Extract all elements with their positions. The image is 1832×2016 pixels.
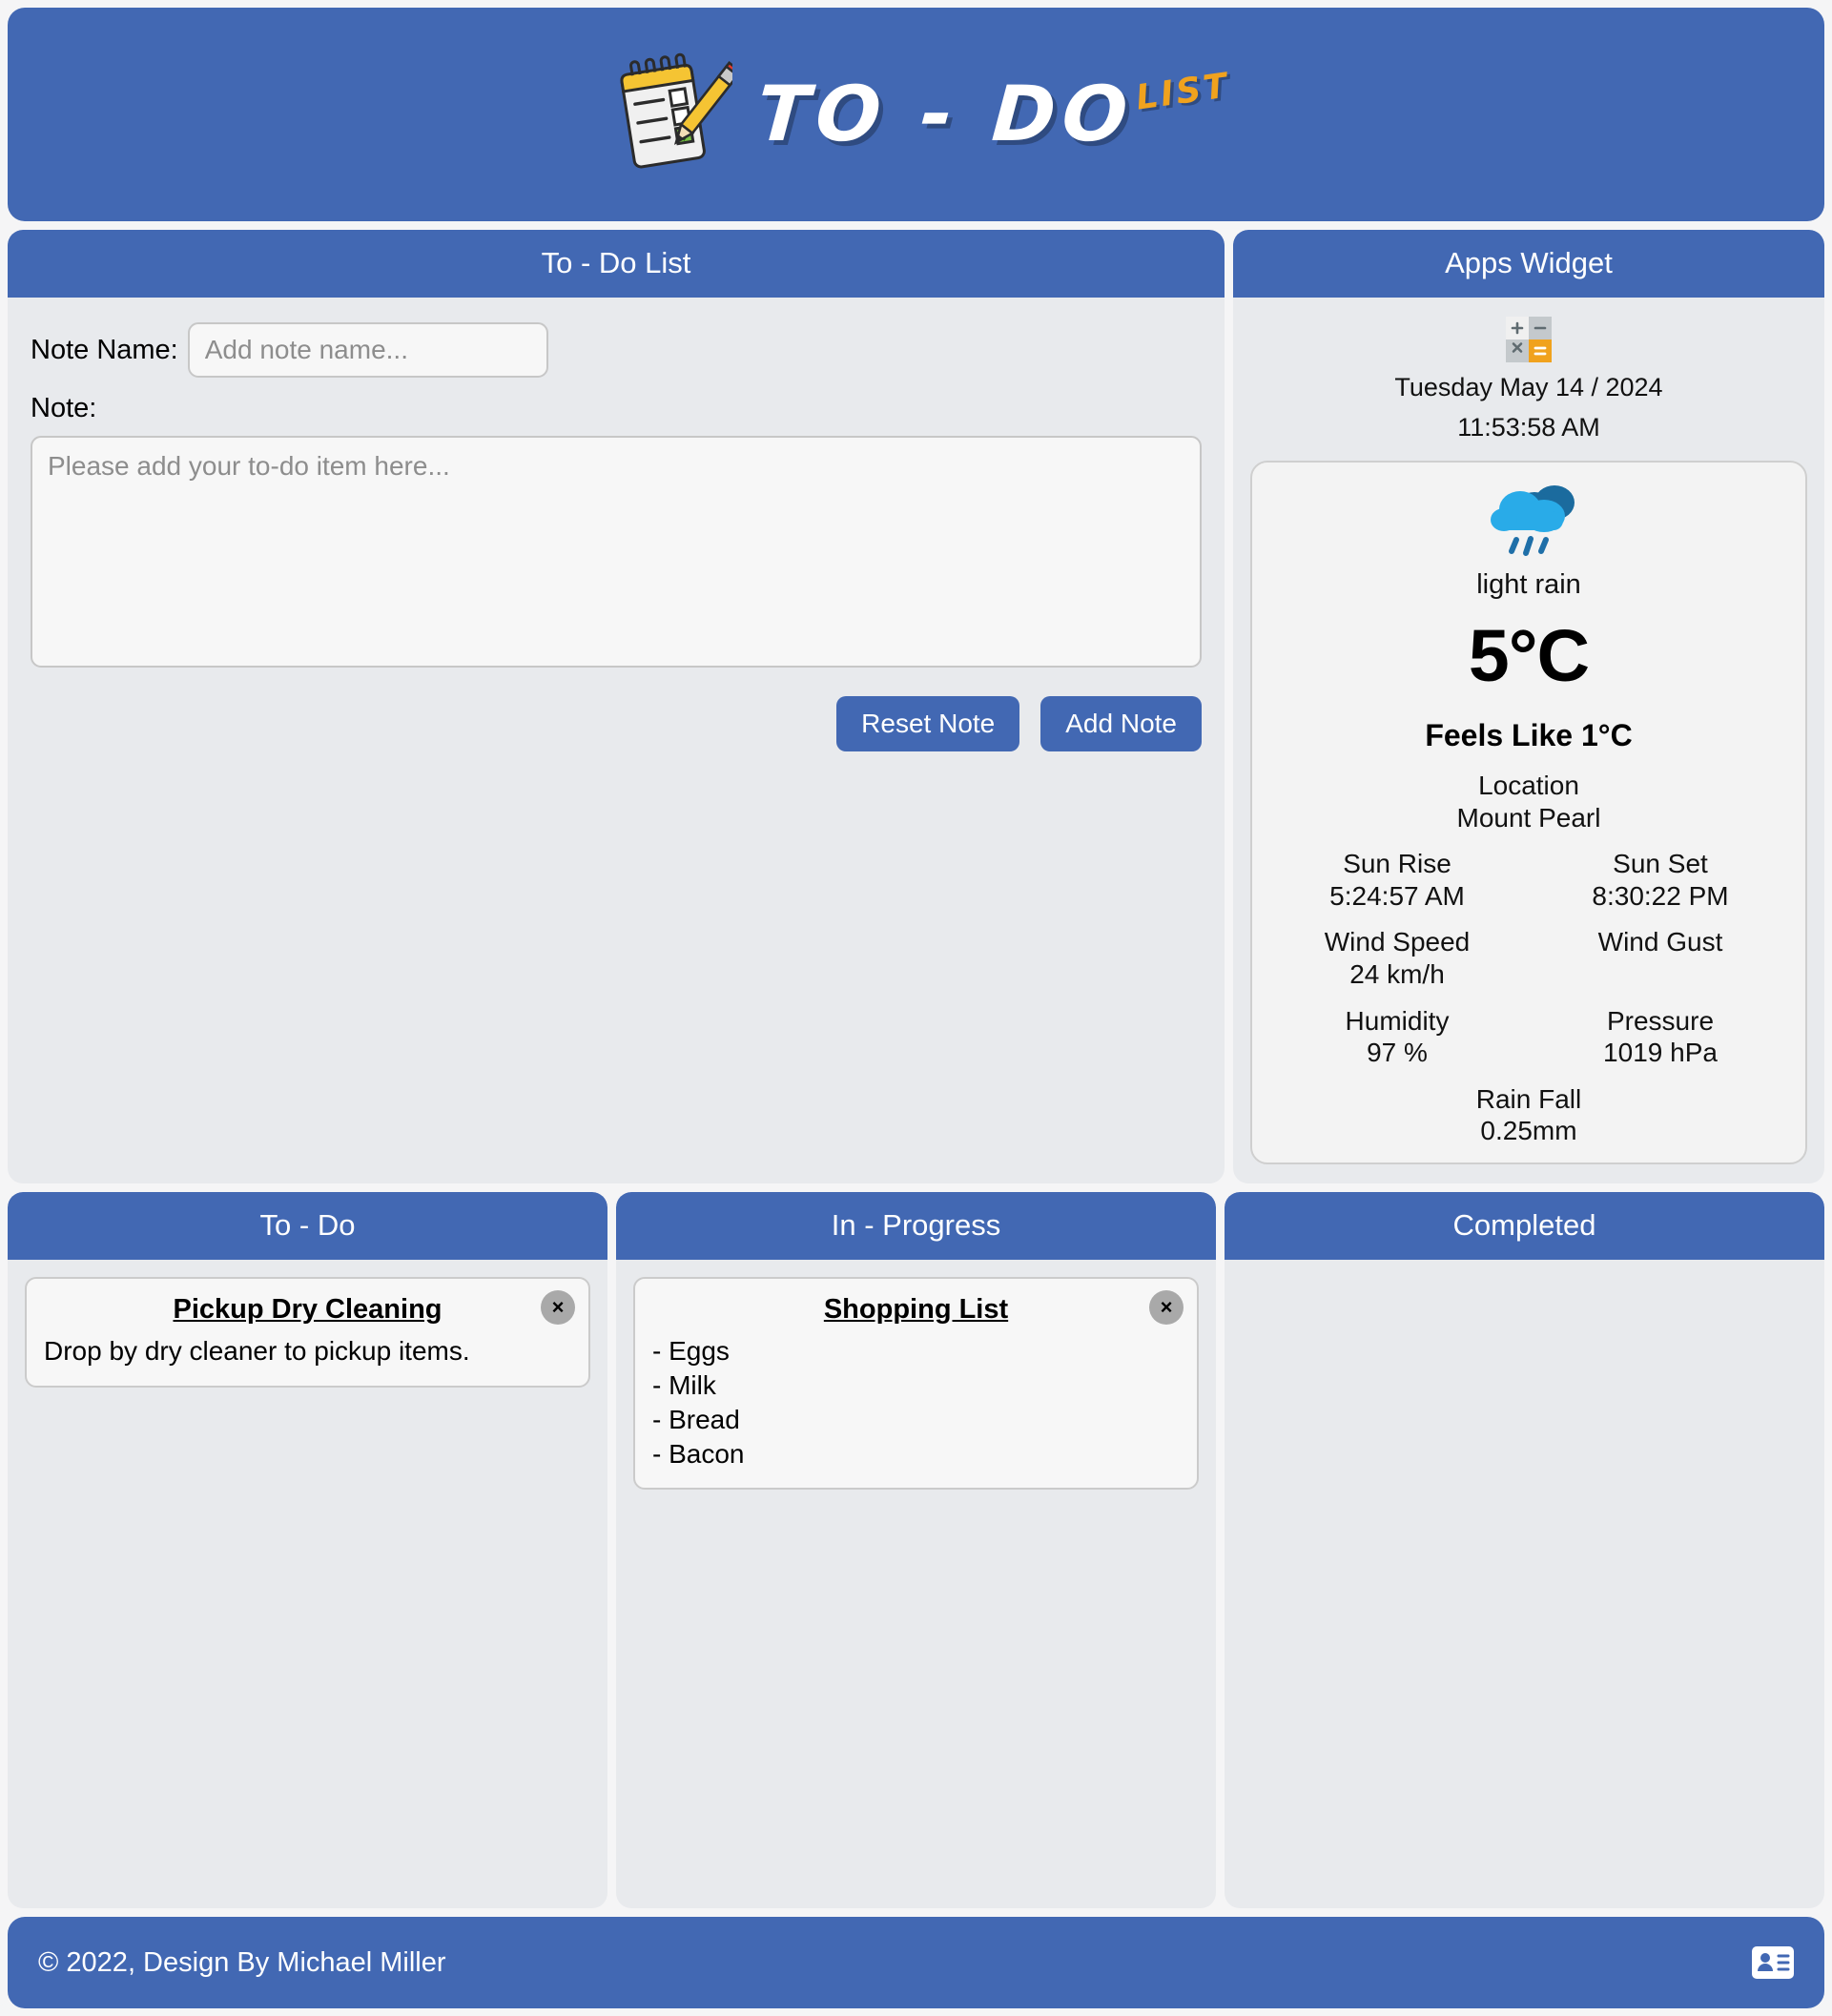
weather-stat-value: Mount Pearl [1456,802,1601,833]
task-card-title: Shopping List [823,1294,1009,1326]
close-icon[interactable]: × [541,1290,575,1326]
app-title-main: TO - DO [753,70,1137,158]
weather-stats-grid: Location Mount Pearl Sun Rise 5:24:57 AM… [1266,770,1792,1147]
weather-stat-value: 24 km/h [1349,959,1445,990]
app-root: TO - DO LIST To - Do List Note Name: Not… [0,0,1832,2016]
calculator-icon[interactable] [1504,315,1554,364]
reset-note-button[interactable]: Reset Note [836,696,1020,751]
close-icon[interactable]: × [1149,1290,1184,1326]
apps-widget-panel: Apps Widget Tuesday May 14 / 2024 11:53:… [1233,230,1824,1184]
add-note-button[interactable]: Add Note [1040,696,1202,751]
weather-feels-like: Feels Like 1°C [1425,718,1633,753]
weather-stat-location: Location Mount Pearl [1457,770,1601,833]
weather-stat-wind-speed: Wind Speed 24 km/h [1325,926,1471,990]
weather-stat-value: 0.25mm [1480,1116,1577,1146]
note-label-row: Note: [31,393,1202,424]
weather-card: light rain 5°C Feels Like 1°C Location M… [1250,461,1807,1165]
column-completed-title: Completed [1225,1192,1824,1261]
column-in-progress-title: In - Progress [616,1192,1216,1261]
weather-stat-label: Humidity [1345,1005,1450,1036]
weather-condition: light rain [1476,569,1581,601]
weather-stat-label: Sun Set [1613,849,1708,879]
column-to-do-body[interactable]: × Pickup Dry Cleaning Drop by dry cleane… [8,1260,607,1908]
todo-list-panel: To - Do List Note Name: Note: Reset Note… [8,230,1225,1184]
note-form: Note Name: Note: Reset Note Add Note [8,298,1225,751]
weather-stat-value: 5:24:57 AM [1329,880,1465,911]
note-name-input[interactable] [187,322,548,378]
middle-row: To - Do List Note Name: Note: Reset Note… [8,230,1824,1184]
column-to-do-title: To - Do [8,1192,607,1261]
task-card-title: Pickup Dry Cleaning [173,1294,443,1326]
light-rain-icon [1475,480,1582,562]
weather-temperature: 5°C [1468,615,1590,698]
note-textarea[interactable] [31,436,1202,668]
task-card-text: - Eggs - Milk - Bread - Bacon [652,1336,745,1469]
note-name-row: Note Name: [31,322,1202,378]
apps-widget-panel-title: Apps Widget [1233,230,1824,298]
weather-stat-humidity: Humidity 97 % [1346,1005,1450,1069]
weather-stat-sun-set: Sun Set 8:30:22 PM [1592,848,1728,912]
contact-card-icon[interactable] [1752,1946,1794,1979]
weather-stat-sun-rise: Sun Rise 5:24:57 AM [1329,848,1465,912]
app-header: TO - DO LIST [8,8,1824,221]
widget-date: Tuesday May 14 / 2024 [1394,373,1663,401]
note-label: Note: [31,393,97,423]
column-in-progress: In - Progress × Shopping List - Eggs - M… [616,1192,1216,1908]
column-in-progress-body[interactable]: × Shopping List - Eggs - Milk - Bread - … [616,1260,1216,1908]
weather-stat-label: Location [1478,771,1579,801]
task-card[interactable]: × Shopping List - Eggs - Milk - Bread - … [633,1277,1199,1491]
weather-stat-value: 97 % [1367,1038,1428,1068]
weather-stat-rain-fall: Rain Fall 0.25mm [1476,1083,1581,1147]
weather-stat-label: Pressure [1606,1005,1715,1036]
apps-widget-body: Tuesday May 14 / 2024 11:53:58 AM light … [1233,298,1824,1183]
notepad-pencil-icon [603,51,732,177]
column-to-do: To - Do × Pickup Dry Cleaning Drop by dr… [8,1192,607,1908]
weather-stat-value: 1019 hPa [1603,1038,1718,1068]
app-footer: © 2022, Design By Michael Miller [8,1917,1824,2008]
weather-stat-wind-gust: Wind Gust [1598,926,1723,990]
task-card-text: Drop by dry cleaner to pickup items. [44,1336,470,1367]
copyright-text: © 2022, Design By Michael Miller [38,1946,446,1978]
todo-list-panel-body: Note Name: Note: Reset Note Add Note [8,298,1225,1183]
column-completed: Completed [1225,1192,1824,1908]
column-completed-body[interactable] [1225,1260,1824,1908]
app-title-superscript: LIST [1133,66,1232,118]
weather-stat-value: 8:30:22 PM [1592,880,1729,911]
task-card[interactable]: × Pickup Dry Cleaning Drop by dry cleane… [25,1277,590,1388]
weather-stat-label: Sun Rise [1343,849,1451,879]
kanban-columns: To - Do × Pickup Dry Cleaning Drop by dr… [8,1192,1824,1908]
weather-stat-label: Wind Speed [1324,927,1471,957]
note-name-label: Note Name: [31,334,178,365]
weather-stat-label: Rain Fall [1475,1083,1582,1114]
app-title: TO - DO LIST [753,66,1231,158]
weather-stat-label: Wind Gust [1597,927,1723,957]
widget-time: 11:53:58 AM [1457,412,1600,442]
note-button-row: Reset Note Add Note [31,696,1202,751]
weather-stat-pressure: Pressure 1019 hPa [1603,1005,1718,1069]
todo-list-panel-title: To - Do List [8,230,1225,298]
